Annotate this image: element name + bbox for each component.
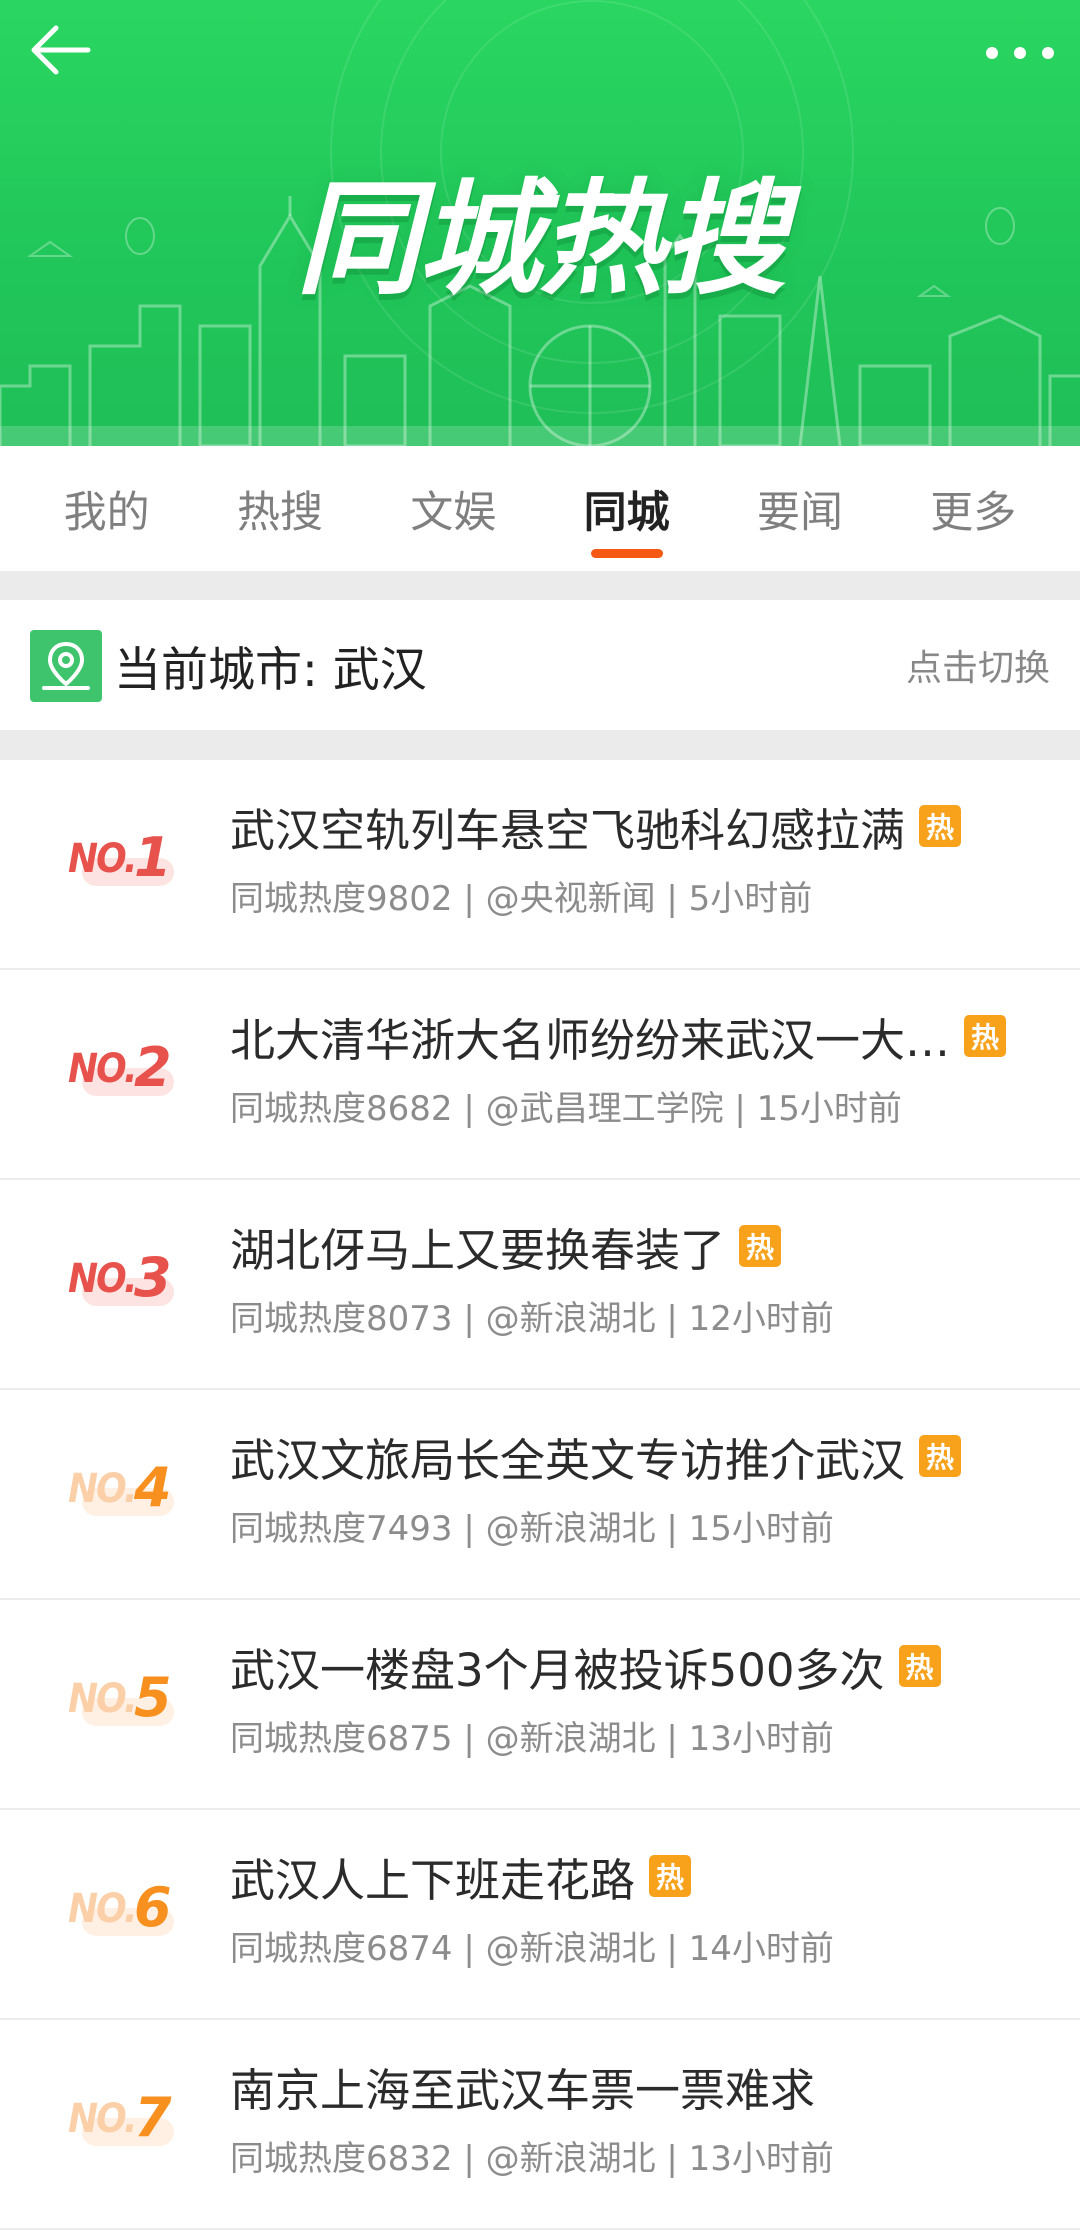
current-city-label: 当前城市: 武汉 <box>114 642 427 698</box>
list-item[interactable]: NO. 1 武汉空轨列车悬空飞驰科幻感拉满 热 同城热度9802 | @央视新闻… <box>0 760 1080 970</box>
location-pin-icon <box>30 630 102 702</box>
rank-badge: NO. 4 <box>68 1456 188 1530</box>
item-title: 武汉空轨列车悬空飞驰科幻感拉满 <box>230 803 906 857</box>
tab-entertainment[interactable]: 文娱 <box>390 446 516 571</box>
rank-badge: NO. 5 <box>68 1666 188 1740</box>
rank-number: 7 <box>134 2086 172 2149</box>
item-meta: 同城热度6874 | @新浪湖北 | 14小时前 <box>230 1928 834 1969</box>
tab-label: 我的 <box>63 487 150 538</box>
back-arrow-icon <box>31 25 91 75</box>
rank-prefix: NO. <box>68 2096 137 2142</box>
header-banner: 同城热搜 <box>0 0 1080 446</box>
rank-badge: NO. 7 <box>68 2086 188 2160</box>
hot-badge: 热 <box>964 1015 1007 1057</box>
rank-number: 1 <box>134 826 172 889</box>
item-title: 北大清华浙大名师纷纷来武汉一大… <box>230 1013 951 1067</box>
rank-prefix: NO. <box>68 1256 137 1302</box>
tab-bar: 我的 热搜 文娱 同城 要闻 更多 <box>0 446 1080 571</box>
list-item[interactable]: NO. 2 北大清华浙大名师纷纷来武汉一大… 热 同城热度8682 | @武昌理… <box>0 970 1080 1180</box>
item-meta: 同城热度7493 | @新浪湖北 | 15小时前 <box>230 1508 834 1549</box>
tab-label: 要闻 <box>756 487 843 538</box>
hot-search-list: NO. 1 武汉空轨列车悬空飞驰科幻感拉满 热 同城热度9802 | @央视新闻… <box>0 760 1080 2230</box>
tab-label: 热搜 <box>236 487 323 538</box>
back-button[interactable] <box>28 22 108 86</box>
hot-badge: 热 <box>919 805 962 847</box>
list-item[interactable]: NO. 4 武汉文旅局长全英文专访推介武汉 热 同城热度7493 | @新浪湖北… <box>0 1390 1080 1600</box>
list-item[interactable]: NO. 5 武汉一楼盘3个月被投诉500多次 热 同城热度6875 | @新浪湖… <box>0 1600 1080 1810</box>
tab-label: 文娱 <box>410 487 497 538</box>
tab-hot-search[interactable]: 热搜 <box>217 446 343 571</box>
rank-prefix: NO. <box>68 1046 137 1092</box>
rank-number: 6 <box>134 1876 172 1939</box>
item-title: 武汉一楼盘3个月被投诉500多次 <box>230 1643 885 1697</box>
tab-mine[interactable]: 我的 <box>44 446 170 571</box>
rank-badge: NO. 3 <box>68 1246 188 1320</box>
rank-badge: NO. 2 <box>68 1036 188 1110</box>
item-title: 南京上海至武汉车票一票难求 <box>230 2063 816 2117</box>
rank-number: 2 <box>134 1036 172 1099</box>
hot-badge: 热 <box>739 1225 782 1267</box>
list-item[interactable]: NO. 7 南京上海至武汉车票一票难求 同城热度6832 | @新浪湖北 | 1… <box>0 2020 1080 2230</box>
current-city-bar: 当前城市: 武汉 点击切换 <box>0 600 1080 730</box>
item-title: 武汉文旅局长全英文专访推介武汉 <box>230 1433 906 1487</box>
banner-title: 同城热搜 <box>295 168 786 312</box>
active-tab-indicator <box>590 549 663 558</box>
list-item[interactable]: NO. 6 武汉人上下班走花路 热 同城热度6874 | @新浪湖北 | 14小… <box>0 1810 1080 2020</box>
item-meta: 同城热度8073 | @新浪湖北 | 12小时前 <box>230 1298 834 1339</box>
rank-badge: NO. 6 <box>68 1876 188 1950</box>
item-title: 武汉人上下班走花路 <box>230 1853 636 1907</box>
item-meta: 同城热度6832 | @新浪湖北 | 13小时前 <box>230 2138 834 2179</box>
rank-number: 5 <box>134 1666 172 1729</box>
section-divider <box>0 571 1080 600</box>
tab-more[interactable]: 更多 <box>910 446 1036 571</box>
rank-prefix: NO. <box>68 1466 137 1512</box>
tab-label: 同城 <box>583 487 670 538</box>
hot-badge: 热 <box>649 1855 692 1897</box>
more-button[interactable] <box>980 28 1060 78</box>
tab-news[interactable]: 要闻 <box>737 446 863 571</box>
item-meta: 同城热度9802 | @央视新闻 | 5小时前 <box>230 878 813 919</box>
rank-badge: NO. 1 <box>68 826 188 900</box>
list-item[interactable]: NO. 3 湖北伢马上又要换春装了 热 同城热度8073 | @新浪湖北 | 1… <box>0 1180 1080 1390</box>
hot-badge: 热 <box>919 1435 962 1477</box>
item-title: 湖北伢马上又要换春装了 <box>230 1223 726 1277</box>
rank-number: 3 <box>134 1246 172 1309</box>
rank-prefix: NO. <box>68 1886 137 1932</box>
item-meta: 同城热度6875 | @新浪湖北 | 13小时前 <box>230 1718 834 1759</box>
switch-city-button[interactable]: 点击切换 <box>906 600 1050 730</box>
hot-badge: 热 <box>898 1645 941 1687</box>
rank-prefix: NO. <box>68 836 137 882</box>
item-meta: 同城热度8682 | @武昌理工学院 | 15小时前 <box>230 1088 902 1129</box>
more-icon <box>986 47 1054 59</box>
tab-label: 更多 <box>930 487 1017 538</box>
rank-prefix: NO. <box>68 1676 137 1722</box>
section-divider <box>0 730 1080 760</box>
rank-number: 4 <box>134 1456 172 1519</box>
tab-local[interactable]: 同城 <box>564 446 690 571</box>
